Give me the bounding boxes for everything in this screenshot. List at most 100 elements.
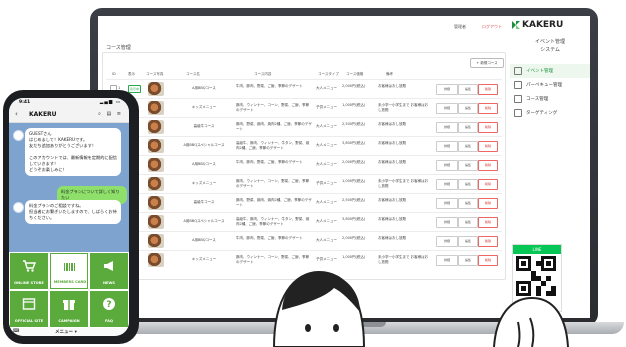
course-photo — [148, 253, 164, 267]
back-arrow-icon[interactable]: ‹ — [15, 110, 18, 118]
delete-button[interactable]: 削除 — [478, 103, 498, 114]
delete-button[interactable]: 削除 — [478, 198, 498, 209]
detail-button[interactable]: 詳細 — [436, 198, 458, 209]
course-type: 大人メニュー — [316, 238, 337, 242]
course-note: 未小学一小学生まで お客様はおし放題 — [378, 255, 429, 264]
course-type: 大人メニュー — [316, 219, 337, 223]
detail-button[interactable]: 詳細 — [436, 255, 458, 266]
top-bar: 管理者 ログアウト KAKERU — [98, 16, 590, 38]
edit-button[interactable]: 編集 — [458, 141, 478, 152]
course-name: キッズメニュー — [191, 257, 217, 261]
course-note: 未小学一小学生まで お客様はおし放題 — [378, 179, 429, 188]
course-photo — [148, 215, 164, 229]
rich-menu-online-store[interactable]: ONLINE STORE — [10, 253, 48, 289]
course-type: 大人メニュー — [316, 86, 337, 90]
detail-button[interactable]: 詳細 — [436, 122, 458, 133]
bot-avatar — [13, 130, 24, 141]
kakeru-logo-icon — [512, 21, 520, 29]
edit-button[interactable]: 編集 — [458, 84, 478, 95]
page-title: コース管理 — [106, 45, 131, 51]
edit-button[interactable]: 編集 — [458, 255, 478, 266]
sidebar-item-targeting[interactable]: ターゲティング — [510, 106, 590, 120]
rich-menu-official-site[interactable]: OFFICIAL SITE — [10, 291, 48, 327]
person-hair-icon — [493, 296, 569, 347]
table-row: 5A用BBQコース牛肉、豚肉、野菜、ご飯、季節のデザート大人メニュー2,000円… — [106, 155, 502, 174]
course-price: 2,000円(税込) — [342, 160, 366, 164]
detail-button[interactable]: 詳細 — [436, 84, 458, 95]
course-content: 豚肉、ウィンナー、コーン、野菜、ご飯、季節のデザート — [236, 103, 310, 112]
rich-menu: ONLINE STORE MEMBERS CARD NEWS OFFICIAL … — [9, 252, 129, 328]
logout-link[interactable]: ログアウト — [482, 24, 502, 30]
keyboard-icon[interactable]: ⌨ — [13, 329, 20, 334]
calendar-icon — [514, 67, 522, 75]
menu-bar[interactable]: ⌨ メニュー ▾ — [9, 328, 129, 336]
course-type: 大人メニュー — [316, 143, 337, 147]
detail-button[interactable]: 詳細 — [436, 103, 458, 114]
detail-button[interactable]: 詳細 — [436, 179, 458, 190]
course-price: 3,800円(税込) — [342, 141, 366, 145]
delete-button[interactable]: 削除 — [478, 141, 498, 152]
sidebar-item-label: イベント管理 — [526, 69, 553, 74]
course-name: A用BBQコース — [192, 86, 216, 90]
rich-menu-news[interactable]: NEWS — [90, 253, 128, 289]
chat-message: GUESTさん はじめまして！KAKERUです。 友だち追加ありがとうございます… — [25, 128, 121, 176]
new-course-button[interactable]: + 新規コース — [470, 58, 504, 68]
edit-button[interactable]: 編集 — [458, 103, 478, 114]
course-content: 牛肉、豚肉、野菜、ご飯、季節のデザート — [236, 236, 303, 240]
sidebar-item-bbq[interactable]: パーベキュー管理 — [510, 78, 590, 92]
detail-button[interactable]: 詳細 — [436, 236, 458, 247]
chat-header-icons[interactable]: ⌕ ▤ ≡ — [98, 111, 123, 117]
table-row: 3高級牛コース豚肉、野菜、鶏肉、焼肉2種、ご飯、季節のデザート大人メニュー2,5… — [106, 117, 502, 136]
delete-button[interactable]: 削除 — [478, 255, 498, 266]
detail-button[interactable]: 詳細 — [436, 141, 458, 152]
rich-menu-label: OFFICIAL SITE — [14, 319, 44, 323]
sidebar-item-label: パーベキュー管理 — [526, 83, 562, 88]
edit-button[interactable]: 編集 — [458, 160, 478, 171]
edit-button[interactable]: 編集 — [458, 198, 478, 209]
course-photo — [148, 177, 164, 191]
delete-button[interactable]: 削除 — [478, 84, 498, 95]
menu-toggle-label[interactable]: メニュー ▾ — [55, 329, 77, 335]
column-header: コース名 — [186, 72, 200, 76]
target-icon — [514, 109, 522, 117]
edit-button[interactable]: 編集 — [458, 217, 478, 228]
delete-button[interactable]: 削除 — [478, 236, 498, 247]
course-type: 子供メニュー — [316, 105, 337, 109]
delete-button[interactable]: 削除 — [478, 160, 498, 171]
megaphone-icon — [104, 261, 113, 271]
barcode-icon — [64, 263, 75, 271]
course-note: お客様はおし放題 — [378, 236, 406, 240]
course-content: 牛肉、豚肉、野菜、ご飯、季節のデザート — [236, 84, 303, 88]
course-price: 1,000円(税込) — [342, 179, 366, 183]
detail-button[interactable]: 詳細 — [436, 217, 458, 228]
course-content: 豚肉、ウィンナー、コーン、野菜、ご飯、季節のデザート — [236, 179, 310, 188]
rich-menu-faq[interactable]: ? FAQ — [90, 291, 128, 327]
course-note: お客様はおし放題 — [378, 84, 406, 88]
sidebar-item-course[interactable]: コース管理 — [510, 92, 590, 106]
course-note: お客様はおし放題 — [378, 122, 406, 126]
rich-menu-campaign[interactable]: CAMPAIGN — [50, 291, 88, 327]
chat-header: ‹ KAKERU ⌕ ▤ ≡ — [9, 108, 129, 123]
rich-menu-members-card[interactable]: MEMBERS CARD — [50, 253, 88, 289]
delete-button[interactable]: 削除 — [478, 122, 498, 133]
edit-button[interactable]: 編集 — [458, 122, 478, 133]
delete-button[interactable]: 削除 — [478, 217, 498, 228]
rich-menu-label: FAQ — [105, 319, 113, 323]
admin-user-link[interactable]: 管理者 — [454, 24, 466, 30]
delete-button[interactable]: 削除 — [478, 179, 498, 190]
question-icon: ? — [103, 298, 115, 310]
sidebar-item-event[interactable]: イベント管理 — [510, 64, 590, 78]
edit-button[interactable]: 編集 — [458, 179, 478, 190]
edit-button[interactable]: 編集 — [458, 236, 478, 247]
sidebar-item-label: コース管理 — [526, 97, 549, 102]
gift-icon — [63, 300, 75, 310]
detail-button[interactable]: 詳細 — [436, 160, 458, 171]
line-label: LINE — [513, 245, 561, 254]
course-price: 3,800円(税込) — [342, 217, 366, 221]
rich-menu-label: ONLINE STORE — [14, 281, 44, 285]
course-content: 高級牛、豚肉、ウィンナー、牛タン、野菜、焼肉2種、ご飯、季節のデザート — [236, 217, 310, 226]
sidebar-item-label: ターゲティング — [526, 111, 558, 116]
chat-message: 料金プランのご相談ですね。 担当者にお繋ぎいたしますので、しばらくお待ちください… — [25, 200, 121, 224]
table-header: ID 表示 コース写真 コース名 コース内容 コースタイプ コース価格 備考 — [106, 70, 502, 79]
course-content: 牛肉、豚肉、野菜、ご飯、季節のデザート — [236, 160, 303, 164]
